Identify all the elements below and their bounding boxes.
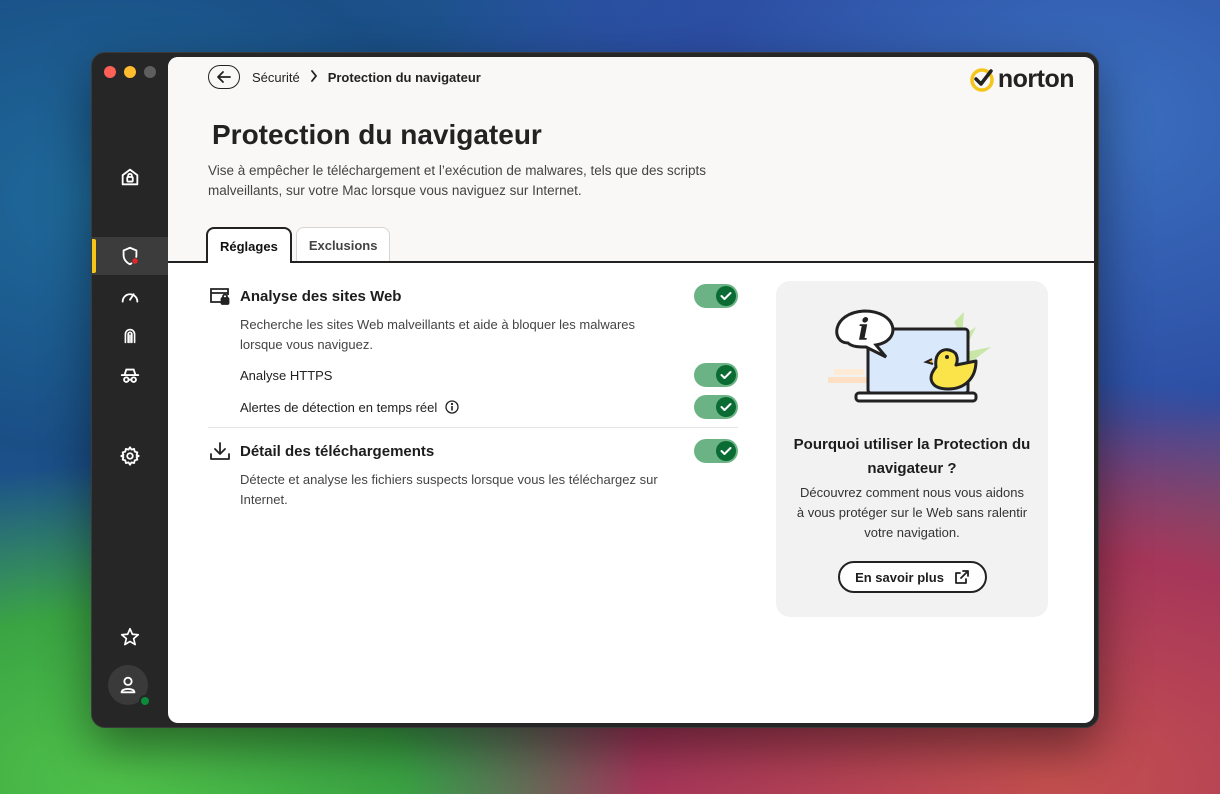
breadcrumb-current: Protection du navigateur bbox=[327, 69, 481, 85]
incognito-icon bbox=[120, 368, 140, 383]
setting-title: Analyse des sites Web bbox=[240, 287, 402, 305]
tab-bar: Réglages Exclusions bbox=[206, 227, 391, 263]
promo-title: Pourquoi utiliser la Protection du navig… bbox=[793, 436, 1031, 477]
sub-setting-label: Analyse HTTPS bbox=[240, 367, 333, 383]
sidebar-item-favorites[interactable] bbox=[92, 618, 168, 656]
setting-description: Détecte et analyse les fichiers suspects… bbox=[240, 472, 658, 507]
sidebar-item-performance[interactable] bbox=[92, 278, 168, 316]
promo-text: Découvrez comment nous vous aidons à vou… bbox=[796, 485, 1028, 540]
back-button[interactable] bbox=[208, 65, 240, 89]
fingerprint-icon bbox=[124, 328, 136, 344]
setting-web-analysis: Analyse des sites Web Recherche les site… bbox=[208, 283, 738, 423]
star-icon bbox=[120, 627, 140, 646]
gear-icon bbox=[120, 446, 140, 466]
page-description: Vise à empêcher le téléchargement et l’e… bbox=[208, 163, 707, 198]
sidebar bbox=[92, 53, 168, 727]
info-icon[interactable] bbox=[445, 400, 459, 414]
breadcrumb: Sécurité Protection du navigateur bbox=[208, 65, 481, 89]
check-icon bbox=[720, 292, 732, 300]
sidebar-item-settings[interactable] bbox=[92, 437, 168, 475]
learn-more-label: En savoir plus bbox=[855, 569, 944, 585]
setting-description: Recherche les sites Web malveillants et … bbox=[240, 317, 636, 352]
sub-setting-label: Alertes de détection en temps réel bbox=[240, 399, 438, 415]
browser-lock-icon bbox=[208, 284, 232, 308]
downloads-toggle[interactable] bbox=[694, 439, 738, 463]
arrow-left-icon bbox=[217, 71, 231, 83]
https-analysis-toggle[interactable] bbox=[694, 363, 738, 387]
svg-text:i: i bbox=[858, 313, 869, 348]
tab-settings[interactable]: Réglages bbox=[206, 227, 292, 263]
download-icon bbox=[208, 439, 232, 463]
setting-https-analysis: Analyse HTTPS bbox=[240, 359, 738, 391]
sidebar-item-home[interactable] bbox=[92, 158, 168, 196]
check-icon bbox=[720, 403, 732, 411]
chevron-right-icon bbox=[310, 69, 318, 85]
sidebar-item-privacy[interactable] bbox=[92, 357, 168, 395]
sidebar-item-identity[interactable] bbox=[92, 317, 168, 355]
online-status-badge bbox=[139, 695, 151, 707]
account-avatar-button[interactable] bbox=[108, 665, 151, 707]
laptop-bird-illustration: i bbox=[828, 309, 991, 403]
section-divider bbox=[208, 427, 738, 428]
sidebar-item-security[interactable] bbox=[92, 237, 168, 275]
app-window: Sécurité Protection du navigateur norton… bbox=[91, 52, 1099, 728]
home-lock-icon bbox=[121, 168, 139, 186]
page-header: Sécurité Protection du navigateur norton… bbox=[168, 57, 1094, 263]
external-link-icon bbox=[955, 570, 969, 584]
learn-more-button[interactable]: En savoir plus bbox=[838, 561, 987, 593]
brand-name: norton bbox=[997, 65, 1075, 93]
user-icon bbox=[120, 676, 136, 694]
info-promo-card: i Pourquoi utiliser la Protection du nav… bbox=[776, 281, 1048, 617]
speedometer-icon bbox=[121, 293, 139, 303]
setting-title: Détail des téléchargements bbox=[240, 442, 435, 460]
settings-panel: Analyse des sites Web Recherche les site… bbox=[208, 283, 738, 510]
norton-logo: norton bbox=[969, 65, 1075, 94]
page-title: Protection du navigateur bbox=[212, 119, 542, 150]
setting-realtime-alerts: Alertes de détection en temps réel bbox=[240, 391, 738, 423]
norton-check-icon bbox=[970, 67, 994, 92]
web-analysis-toggle[interactable] bbox=[694, 284, 738, 308]
tab-underline bbox=[168, 261, 1094, 263]
tab-exclusions[interactable]: Exclusions bbox=[295, 227, 391, 263]
breadcrumb-parent-link[interactable]: Sécurité bbox=[252, 70, 300, 85]
main-content: Sécurité Protection du navigateur norton… bbox=[168, 57, 1094, 723]
check-icon bbox=[720, 447, 732, 455]
realtime-alerts-toggle[interactable] bbox=[694, 395, 738, 419]
shield-alert-icon bbox=[122, 246, 139, 266]
setting-downloads: Détail des téléchargements Détecte et an… bbox=[208, 438, 738, 510]
check-icon bbox=[720, 371, 732, 379]
